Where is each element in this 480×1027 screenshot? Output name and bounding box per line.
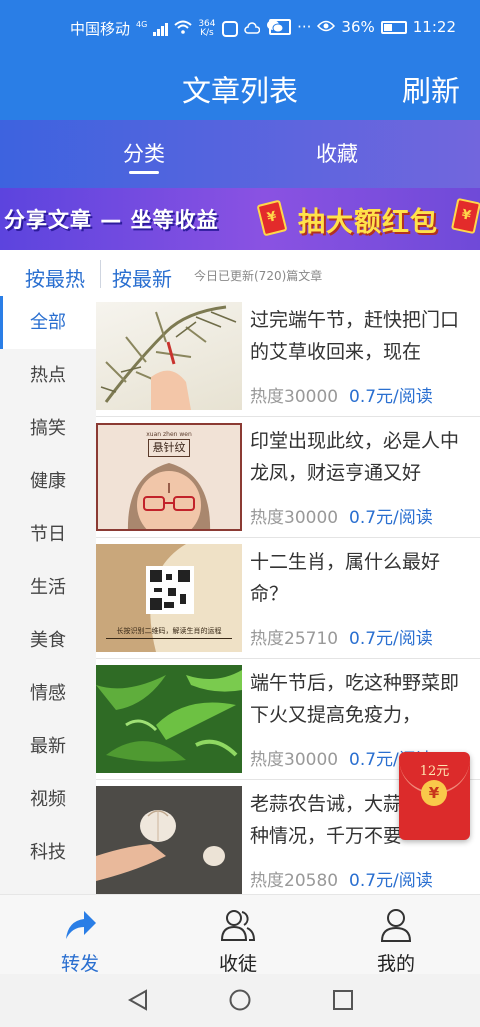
promo-banner[interactable]: 分享文章 — 坐等收益 ¥ 抽大额红包 ¥ [0,188,480,250]
nav-recruit-label: 收徒 [218,953,257,975]
thumb-rule [106,638,232,639]
category-latest[interactable]: 最新 [0,720,96,773]
network-type: 4G [136,20,148,29]
category-hot[interactable]: 热点 [0,349,96,402]
article-item[interactable]: xuan zhen wen 悬针纹 印堂出现此纹，必是人中龙凤，财运亨通又好 热… [96,417,480,538]
cloud-icon [243,20,260,38]
article-thumbnail: xuan zhen wen 悬针纹 [96,423,242,531]
home-icon[interactable] [228,988,252,1012]
article-price: 0.7元/阅读 [349,871,433,891]
wifi-icon [174,20,192,38]
active-tab-indicator [129,171,159,174]
back-icon[interactable] [126,988,150,1012]
article-thumbnail [96,665,242,773]
users-icon [220,910,256,941]
eye-icon [317,18,336,36]
bottom-nav: 转发 收徒 我的 [0,894,480,975]
article-heat: 热度30000 [250,508,339,528]
category-tech[interactable]: 科技 [0,826,96,879]
nav-mine-label: 我的 [376,953,415,975]
article-title: 十二生肖，属什么最好命？ [250,551,441,605]
status-bar: 中国移动 4G 364 K/s ··· 36% 11:22 [0,0,480,56]
article-thumbnail: 长按识别二维码，解读生肖的运程 [96,544,242,652]
app-badge-icon [269,19,292,35]
battery-percent: 36% [341,18,375,36]
user-icon [380,909,412,942]
category-emotion[interactable]: 情感 [0,667,96,720]
banner-share-text: 分享文章 — 坐等收益 [4,208,219,232]
floating-red-packet[interactable]: 12元 ¥ [399,752,470,840]
article-item[interactable]: 长按识别二维码，解读生肖的运程 十二生肖，属什么最好命？ 热度25710 0.7… [96,538,480,659]
category-funny[interactable]: 搞笑 [0,402,96,455]
tab-category[interactable]: 分类 [123,138,165,168]
coin-icon: ¥ [421,780,447,806]
more-dots-icon: ··· [297,18,312,36]
net-speed-unit: K/s [200,27,214,38]
battery-icon [380,20,407,34]
sort-by-new-button[interactable]: 按最新 [112,263,172,292]
nav-share-label: 转发 [60,953,99,975]
article-thumbnail [96,302,242,410]
clock: 11:22 [412,18,456,36]
tabs-bar: 分类 收藏 [0,120,480,188]
nav-share[interactable]: 转发 [0,895,160,975]
sort-divider [100,260,101,288]
net-speed: 364 K/s [198,19,215,38]
sort-row: 按最热 按最新 今日已更新(720)篇文章 [0,250,480,296]
refresh-button[interactable]: 刷新 [402,68,460,110]
banner-redpack-text: 抽大额红包 [298,207,438,238]
category-health[interactable]: 健康 [0,455,96,508]
red-envelope-icon: ¥ [256,199,288,237]
title-bar: 文章列表 刷新 [0,56,480,120]
system-nav-bar [0,974,480,1027]
red-packet-amount: 12元 [419,764,450,779]
article-thumbnail [96,786,242,894]
envelope-symbol: ¥ [265,209,279,226]
tab-favorites[interactable]: 收藏 [316,138,358,168]
category-food[interactable]: 美食 [0,614,96,667]
envelope-symbol: ¥ [460,207,473,224]
article-price: 0.7元/阅读 [349,629,433,649]
article-heat: 热度25710 [250,629,339,649]
category-festival[interactable]: 节日 [0,508,96,561]
article-title: 印堂出现此纹，必是人中龙凤，财运亨通又好 [250,430,460,484]
article-heat: 热度20580 [250,871,339,891]
notification-app-icon [221,20,238,37]
nav-recruit[interactable]: 收徒 [158,895,318,975]
nav-mine[interactable]: 我的 [316,895,476,975]
category-all[interactable]: 全部 [0,296,96,349]
recents-icon[interactable] [331,988,355,1012]
article-price: 0.7元/阅读 [349,508,433,528]
category-sidebar: 全部 热点 搞笑 健康 节日 生活 美食 情感 最新 视频 科技 [0,296,96,894]
share-arrow-icon [66,911,96,939]
sort-by-hot-button[interactable]: 按最热 [25,263,85,292]
article-heat: 热度30000 [250,750,339,770]
carrier-label: 中国移动 [70,20,131,38]
category-video[interactable]: 视频 [0,773,96,826]
status-left: 中国移动 4G 364 K/s [70,18,284,39]
article-heat: 热度30000 [250,387,339,407]
signal-icon [153,22,169,36]
update-info: 今日已更新(720)篇文章 [194,269,323,283]
article-item[interactable]: 过完端午节，赶快把门口的艾草收回来，现在 热度30000 0.7元/阅读 [96,296,480,417]
article-title: 过完端午节，赶快把门口的艾草收回来，现在 [250,309,460,363]
article-title: 端午节后，吃这种野菜即下火又提高免疫力， [250,672,460,726]
status-right: ··· 36% 11:22 [269,18,456,36]
category-life[interactable]: 生活 [0,561,96,614]
article-price: 0.7元/阅读 [349,387,433,407]
thumb-text: 长按识别二维码，解读生肖的运程 [116,627,222,635]
red-envelope-icon: ¥ [450,197,480,235]
